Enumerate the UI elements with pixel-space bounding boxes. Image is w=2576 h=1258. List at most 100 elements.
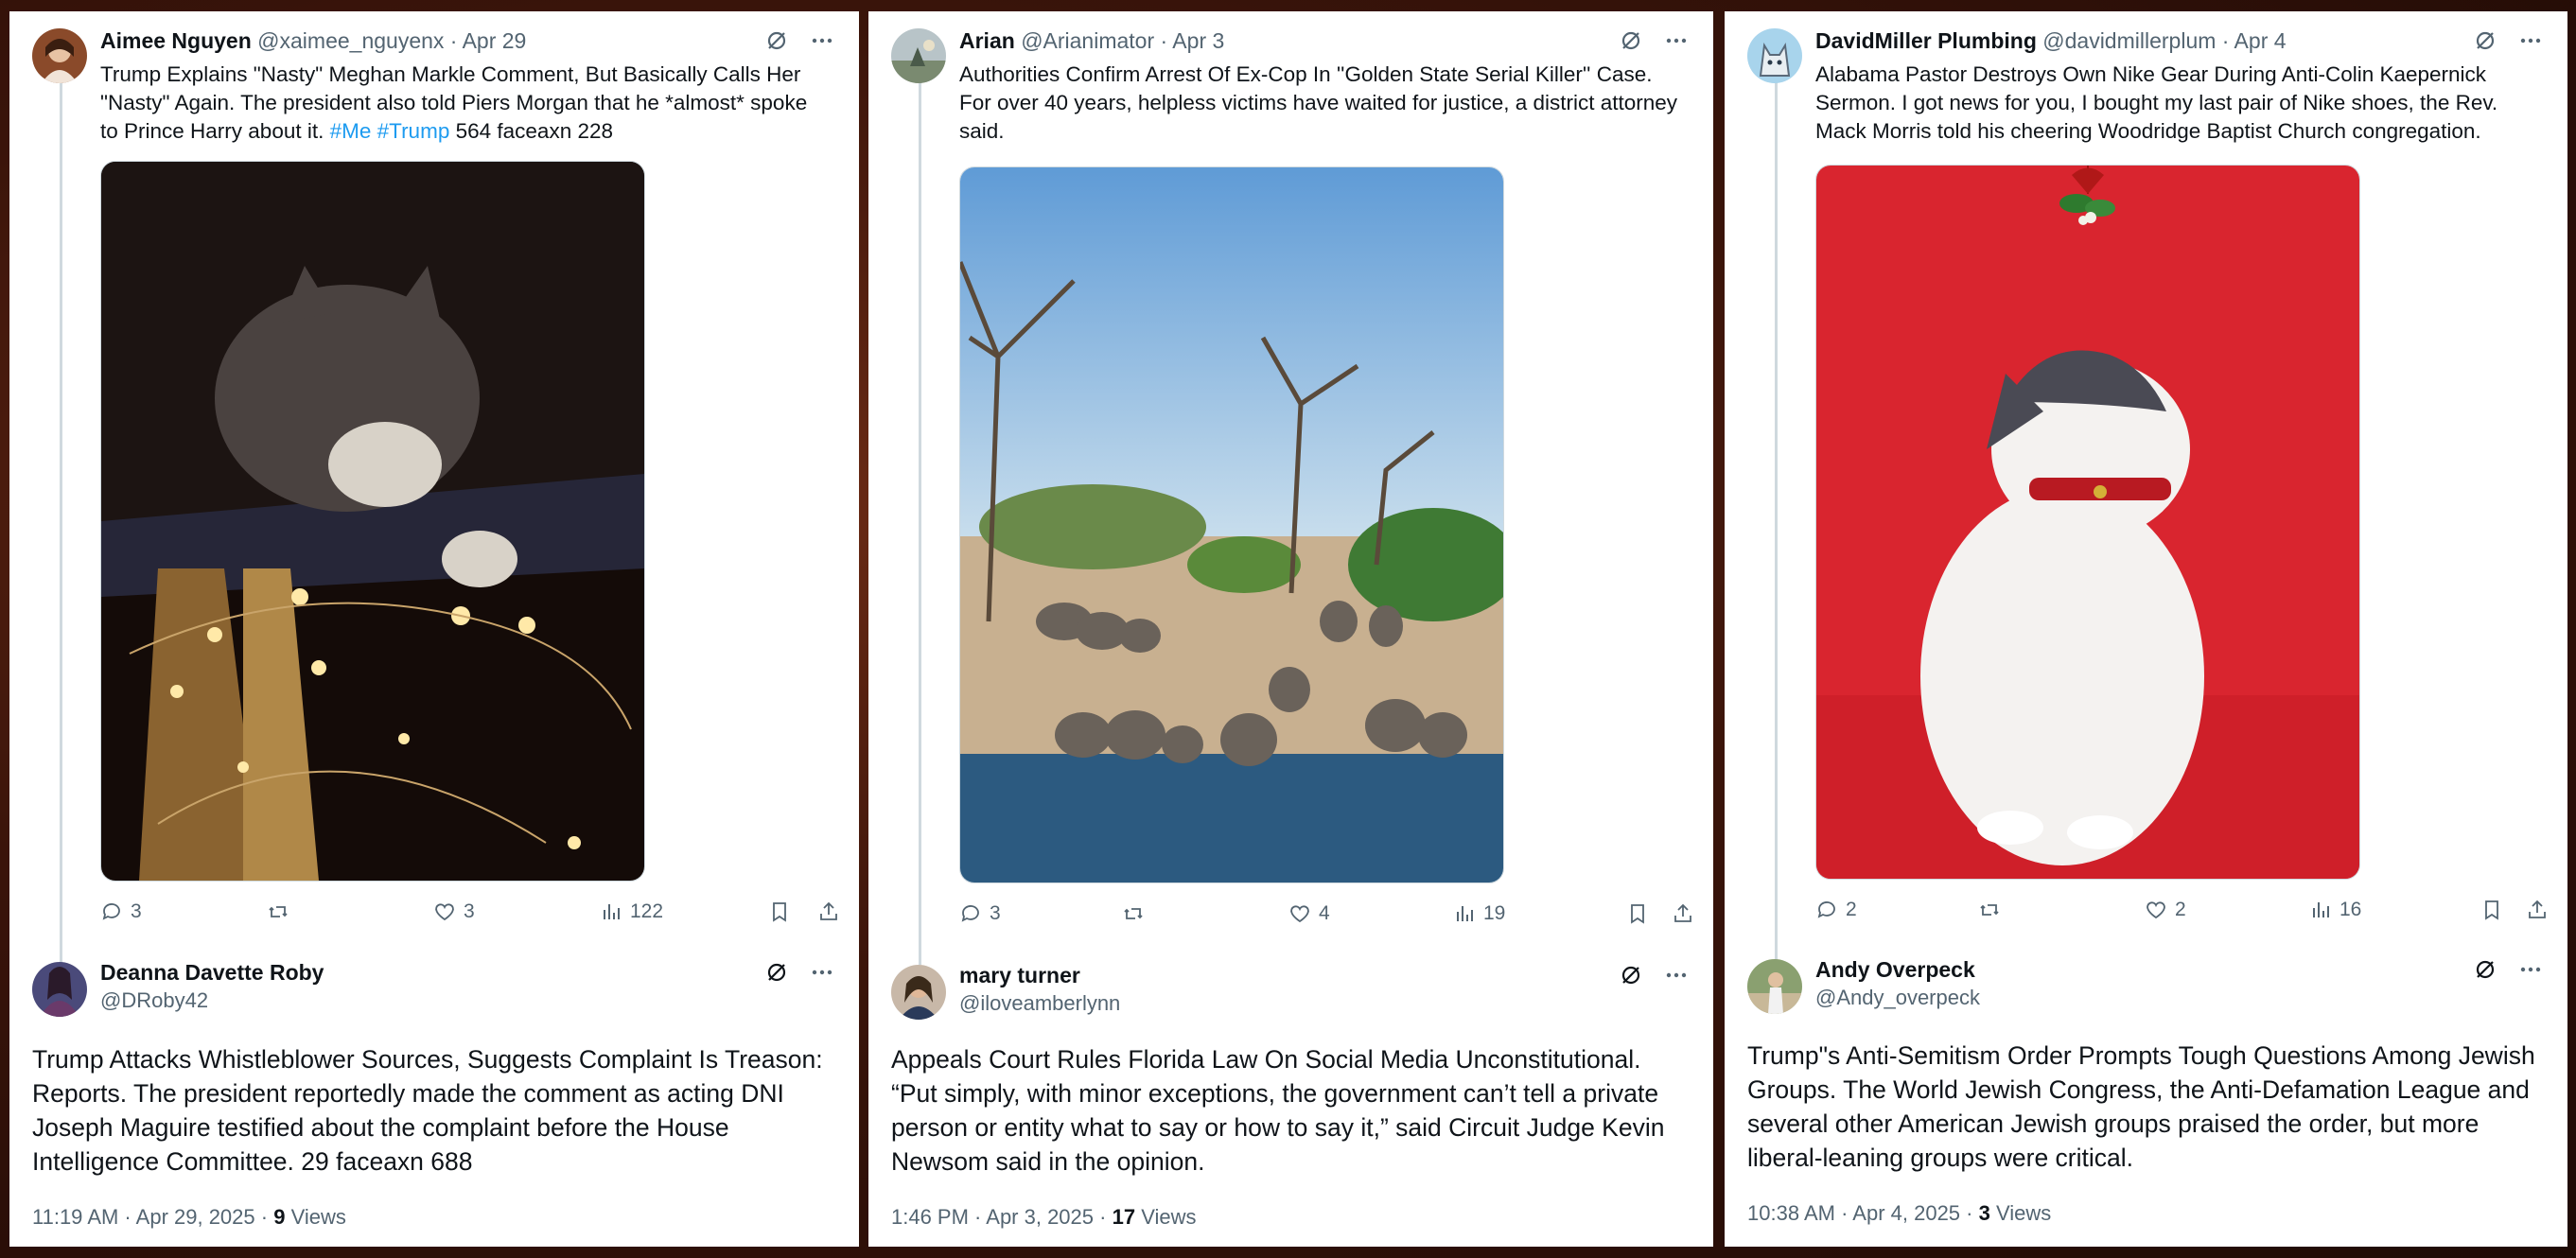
like-count: 2 <box>2175 899 2186 920</box>
reply-icon <box>1817 901 1835 918</box>
tweet-suffix: 564 faceaxn 228 <box>455 119 613 143</box>
reply-footer: 11:19 AM · Apr 29, 2025 · 9 Views <box>32 1205 346 1230</box>
heart-icon <box>435 903 454 921</box>
author-name[interactable]: Aimee Nguyen <box>100 28 252 53</box>
tweet-actions: 3 4 19 <box>959 902 1694 931</box>
reply-author-handle[interactable]: @iloveamberlynn <box>959 991 1120 1016</box>
author-name[interactable]: Arian <box>959 28 1015 53</box>
heart-icon <box>1290 905 1309 923</box>
bookmark-button[interactable] <box>1626 902 1649 925</box>
grok-icon[interactable] <box>1619 963 1643 987</box>
views-button[interactable]: 19 <box>1453 902 1505 925</box>
avatar[interactable] <box>891 28 946 83</box>
grok-icon[interactable] <box>2473 28 2497 53</box>
like-button[interactable]: 2 <box>2145 899 2186 921</box>
bookmark-icon <box>1631 904 1644 924</box>
reply-button[interactable]: 2 <box>1815 899 1857 921</box>
like-button[interactable]: 3 <box>433 900 475 923</box>
view-count: 122 <box>630 900 664 922</box>
share-icon <box>2529 900 2546 918</box>
reply-button[interactable]: 3 <box>959 902 1001 925</box>
author-handle[interactable]: @Arianimator <box>1021 28 1154 53</box>
bookmark-button[interactable] <box>2480 899 2503 921</box>
author-handle[interactable]: @davidmillerplum <box>2042 28 2216 53</box>
reply-footer: 10:38 AM · Apr 4, 2025 · 3 Views <box>1747 1201 2051 1226</box>
reply-views-label: Views <box>1995 1201 2052 1225</box>
thread-line <box>60 76 62 965</box>
tweet-media[interactable] <box>1815 165 2360 880</box>
grok-icon[interactable] <box>2473 957 2497 982</box>
reply-view-count: 9 <box>273 1205 286 1229</box>
author-name[interactable]: DavidMiller Plumbing <box>1815 28 2037 53</box>
tweet-date[interactable]: · Apr 3 <box>1161 28 1225 53</box>
bookmark-button[interactable] <box>768 900 791 923</box>
tweet-media[interactable] <box>959 166 1504 883</box>
hashtags[interactable]: #Me #Trump <box>330 119 450 143</box>
heart-icon <box>2147 901 2165 919</box>
reply-author-handle[interactable]: @Andy_overpeck <box>1815 986 1980 1010</box>
tweet-body: Authorities Confirm Arrest Of Ex-Cop In … <box>959 62 1678 143</box>
retweet-button[interactable] <box>1978 899 2001 921</box>
tweet-actions: 3 3 122 <box>100 900 840 929</box>
reply-timestamp[interactable]: 10:38 AM · Apr 4, 2025 · <box>1747 1201 1972 1225</box>
share-button[interactable] <box>817 900 840 923</box>
share-button[interactable] <box>1672 902 1694 925</box>
view-count: 19 <box>1483 902 1506 924</box>
tweet-panel-3: DavidMiller Plumbing @davidmillerplum · … <box>1725 11 2567 1247</box>
reply-button[interactable]: 3 <box>100 900 142 923</box>
reply-count: 3 <box>990 902 1001 924</box>
retweet-icon <box>269 906 288 917</box>
tweet-panel-1: Aimee Nguyen @xaimee_nguyenx · Apr 29 Tr… <box>9 11 859 1247</box>
tweet-date[interactable]: · Apr 29 <box>450 28 527 53</box>
author-handle[interactable]: @xaimee_nguyenx <box>257 28 444 53</box>
more-icon[interactable] <box>2518 957 2543 982</box>
avatar[interactable] <box>32 962 87 1017</box>
views-icon <box>604 904 620 919</box>
reply-view-count: 17 <box>1112 1205 1136 1229</box>
view-count: 16 <box>2339 899 2362 920</box>
elephants-at-waterhole-photo <box>960 167 1503 882</box>
grok-icon[interactable] <box>764 960 789 985</box>
avatar[interactable] <box>1747 959 1802 1014</box>
like-count: 3 <box>464 900 475 922</box>
retweet-icon <box>1124 908 1143 919</box>
cat-with-string-lights-photo <box>101 162 644 881</box>
more-icon[interactable] <box>810 960 834 985</box>
bookmark-icon <box>2485 900 2498 920</box>
reply-author-handle[interactable]: @DRoby42 <box>100 988 208 1013</box>
reply-text: Appeals Court Rules Florida Law On Socia… <box>891 1045 1665 1176</box>
tweet-body: Alabama Pastor Destroys Own Nike Gear Du… <box>1815 62 2498 143</box>
retweet-button[interactable] <box>267 900 289 923</box>
bookmark-icon <box>773 902 786 922</box>
avatar[interactable] <box>32 28 87 83</box>
reply-timestamp[interactable]: 11:19 AM · Apr 29, 2025 · <box>32 1205 268 1229</box>
tweet-actions: 2 2 16 <box>1815 899 2549 927</box>
views-button[interactable]: 122 <box>600 900 663 923</box>
more-icon[interactable] <box>1664 28 1689 53</box>
retweet-button[interactable] <box>1122 902 1145 925</box>
reply-icon <box>961 905 979 922</box>
tweet-media[interactable] <box>100 161 645 882</box>
like-button[interactable]: 4 <box>1288 902 1330 925</box>
grok-icon[interactable] <box>764 28 789 53</box>
tweet-date[interactable]: · Apr 4 <box>2222 28 2287 53</box>
reply-count: 3 <box>131 900 142 922</box>
views-button[interactable]: 16 <box>2309 899 2361 921</box>
tweet-body: Trump Explains "Nasty" Meghan Markle Com… <box>100 62 808 143</box>
reply-timestamp[interactable]: 1:46 PM · Apr 3, 2025 · <box>891 1205 1106 1229</box>
reply-view-count: 3 <box>1978 1201 1990 1225</box>
reply-count: 2 <box>1846 899 1857 920</box>
grok-icon[interactable] <box>1619 28 1643 53</box>
views-icon <box>2313 902 2329 917</box>
cat-under-mistletoe-photo <box>1816 166 2359 879</box>
reply-author-name[interactable]: Andy Overpeck <box>1815 957 1975 983</box>
reply-author-name[interactable]: Deanna Davette Roby <box>100 960 324 986</box>
tweet-header: Arian @Arianimator · Apr 3 <box>959 28 1224 54</box>
avatar[interactable] <box>891 965 946 1020</box>
more-icon[interactable] <box>2518 28 2543 53</box>
more-icon[interactable] <box>1664 963 1689 987</box>
share-button[interactable] <box>2526 899 2549 921</box>
reply-author-name[interactable]: mary turner <box>959 963 1080 988</box>
more-icon[interactable] <box>810 28 834 53</box>
avatar[interactable] <box>1747 28 1802 83</box>
